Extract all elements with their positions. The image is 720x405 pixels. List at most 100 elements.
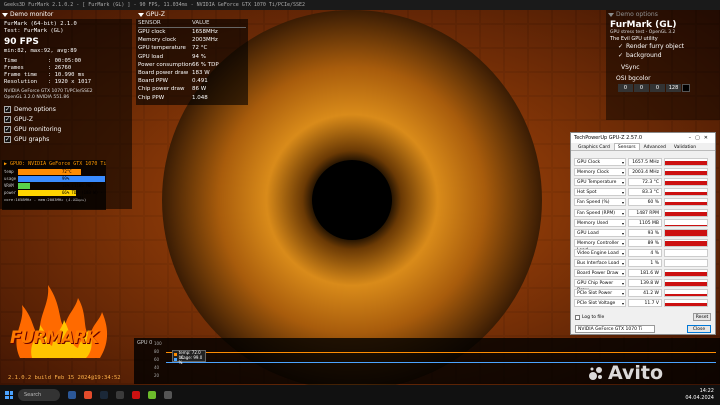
graph-legend: temp: 72.0 °C usage: 99.0 %: [172, 350, 206, 365]
sensor-dropdown[interactable]: GPU Clock: [574, 158, 626, 167]
tab-advanced[interactable]: Advanced: [640, 143, 670, 150]
sensor-name: Chip power draw: [138, 86, 185, 93]
gpuz-sensor-row: GPU Chip Power Draw 139.8 W: [574, 278, 714, 293]
furmark-logo: FURMARK: [0, 280, 130, 385]
demo-monitor-tab[interactable]: Demo monitor: [2, 10, 53, 19]
legend-item-usage: usage: 99.0 %: [174, 355, 204, 365]
sensor-dropdown[interactable]: Video Engine Load: [574, 248, 626, 257]
sensor-value: 1105 MB: [628, 218, 662, 227]
gpuz-sensor-overlay: SENSOR VALUE GPU clock 1658MHz Memory cloc…: [136, 19, 248, 105]
bgcolor-swatch[interactable]: [682, 84, 690, 92]
checkbox-demo-options[interactable]: ✓ Demo options: [4, 104, 128, 114]
sensor-value: 1 %: [628, 258, 662, 267]
browser-icon[interactable]: [84, 391, 92, 399]
gpuz-tab[interactable]: GPU-Z: [138, 10, 165, 19]
device-select[interactable]: NVIDIA GeForce GTX 1070 Ti: [575, 325, 655, 333]
stat-row: Time: 00:05:00: [4, 58, 82, 64]
sensor-value: 93 %: [628, 228, 662, 237]
sensor-dropdown[interactable]: Memory Controller Load: [574, 238, 626, 253]
system-clock[interactable]: 14:22 04.04.2024: [685, 388, 714, 402]
fps-readout: 90 FPS: [4, 37, 39, 47]
graph-tick: 60: [154, 357, 160, 362]
checkbox-background[interactable]: ✓ background: [618, 51, 716, 60]
gpuz-sensor-row: PCIe Slot Power 41.2 W: [574, 288, 714, 298]
app-icon[interactable]: [164, 391, 172, 399]
sensor-graph: [664, 188, 708, 197]
sensor-value: 181.6 W: [628, 269, 662, 278]
sensor-row: Chip PPW 1.048: [138, 94, 246, 102]
sensor-dropdown[interactable]: Fan Speed (RPM): [574, 208, 626, 217]
stat-row: Frame time: 10.990 ms: [4, 72, 85, 78]
bgcolor-g-field[interactable]: 0: [634, 84, 649, 92]
check-icon: ✓: [618, 52, 624, 59]
sensor-dropdown[interactable]: Bus Interface Load: [574, 258, 626, 267]
gpuz-taskbar-icon[interactable]: [148, 391, 156, 399]
collapse-triangle-icon: [138, 12, 144, 17]
graph-tick: 20: [154, 373, 160, 378]
check-icon: ✓: [4, 115, 11, 123]
sensor-value: 139.8 W: [628, 279, 662, 288]
sensor-value: 11.7 V: [628, 299, 662, 308]
gpuz-sensor-row: Memory Used 1105 MB: [574, 218, 714, 228]
demo-monitor-label: Demo monitor: [10, 11, 54, 18]
file-explorer-icon[interactable]: [68, 391, 76, 399]
sensor-name: GPU clock: [138, 29, 166, 35]
app-icon[interactable]: [116, 391, 124, 399]
sensor-dropdown[interactable]: GPU Temperature: [574, 178, 626, 187]
checkbox-vsync[interactable]: VSync: [618, 63, 716, 72]
sensor-graph: [664, 299, 708, 308]
sensor-dropdown[interactable]: Fan Speed (%): [574, 198, 626, 207]
bgcolor-b-field[interactable]: 0: [650, 84, 665, 92]
tab-validation[interactable]: Validation: [670, 143, 700, 150]
tab-sensors[interactable]: Sensors: [613, 143, 640, 150]
gpuz-window-title: TechPowerUp GPU-Z 2.57.0: [574, 135, 643, 141]
start-button-icon[interactable]: [5, 391, 13, 399]
gpuz-tabs: Graphics Card Sensors Advanced Validatio…: [571, 143, 715, 151]
reset-button[interactable]: Reset: [693, 313, 711, 321]
gpu-monitor-row-value: 99%: [62, 176, 70, 181]
window-controls[interactable]: –▢✕: [689, 135, 712, 141]
sensor-row: GPU load 94 %: [138, 53, 246, 61]
checkbox-gpuz[interactable]: ✓ GPU-Z: [4, 114, 128, 124]
checkbox-render-furry-object[interactable]: ✓ Render furry object: [618, 42, 716, 51]
close-button[interactable]: Close: [687, 325, 711, 333]
bgcolor-r-field[interactable]: 0: [618, 84, 633, 92]
tab-graphics-card[interactable]: Graphics Card: [574, 143, 614, 150]
sensor-dropdown[interactable]: Memory Used: [574, 218, 626, 227]
sensor-dropdown[interactable]: PCIe Slot Power: [574, 289, 626, 298]
sensor-graph: [664, 279, 708, 288]
sensor-dropdown[interactable]: PCIe Slot Voltage: [574, 299, 626, 308]
app-version-line: FurMark (64-bit) 2.1.0: [4, 21, 77, 27]
gpu-monitor-panel: ▶ GPU0: NVIDIA GeForce GTX 1070 Ti temp …: [2, 160, 106, 210]
sensor-graph: [664, 158, 708, 167]
gpuz-sensor-row: GPU Temperature 72.3 °C: [574, 177, 714, 187]
sensor-graph: [664, 208, 708, 217]
sensor-value: 41.2 W: [628, 289, 662, 298]
sensor-dropdown[interactable]: Memory Clock: [574, 168, 626, 177]
checkbox-gpu-graphs[interactable]: ✓ GPU graphs: [4, 134, 128, 144]
sensor-graph: [664, 198, 708, 207]
value-column-header: VALUE: [192, 20, 210, 26]
furmark-taskbar-icon[interactable]: [132, 391, 140, 399]
gpuz-window-titlebar[interactable]: TechPowerUp GPU-Z 2.57.0 –▢✕: [571, 133, 715, 143]
sensor-dropdown[interactable]: Hot Spot: [574, 188, 626, 197]
gpu-monitor-row-value: 72°C: [62, 169, 72, 174]
sensor-graph: [664, 228, 708, 237]
taskbar-apps: [68, 391, 172, 399]
sensor-dropdown[interactable]: GPU Chip Power Draw: [574, 279, 626, 293]
bgcolor-a-field[interactable]: 128: [666, 84, 681, 92]
graph-tick: 100: [154, 341, 162, 346]
sensor-value: 0.491: [192, 78, 208, 85]
log-to-file-checkbox[interactable]: Log to file: [575, 315, 604, 320]
sensor-row: GPU temperature 72 °C: [138, 44, 246, 52]
sensor-dropdown[interactable]: Board Power Draw: [574, 269, 626, 278]
steam-icon[interactable]: [100, 391, 108, 399]
sensor-name: GPU load: [138, 53, 164, 60]
sensor-graph: [664, 218, 708, 227]
taskbar-search[interactable]: Search: [18, 389, 60, 401]
graph-tick: 80: [154, 349, 160, 354]
sensor-dropdown[interactable]: GPU Load: [574, 228, 626, 237]
checkbox-gpu-monitoring[interactable]: ✓ GPU monitoring: [4, 124, 128, 134]
gpuz-sensor-row: Bus Interface Load 1 %: [574, 258, 714, 268]
sensor-table-header: SENSOR VALUE: [138, 20, 246, 28]
